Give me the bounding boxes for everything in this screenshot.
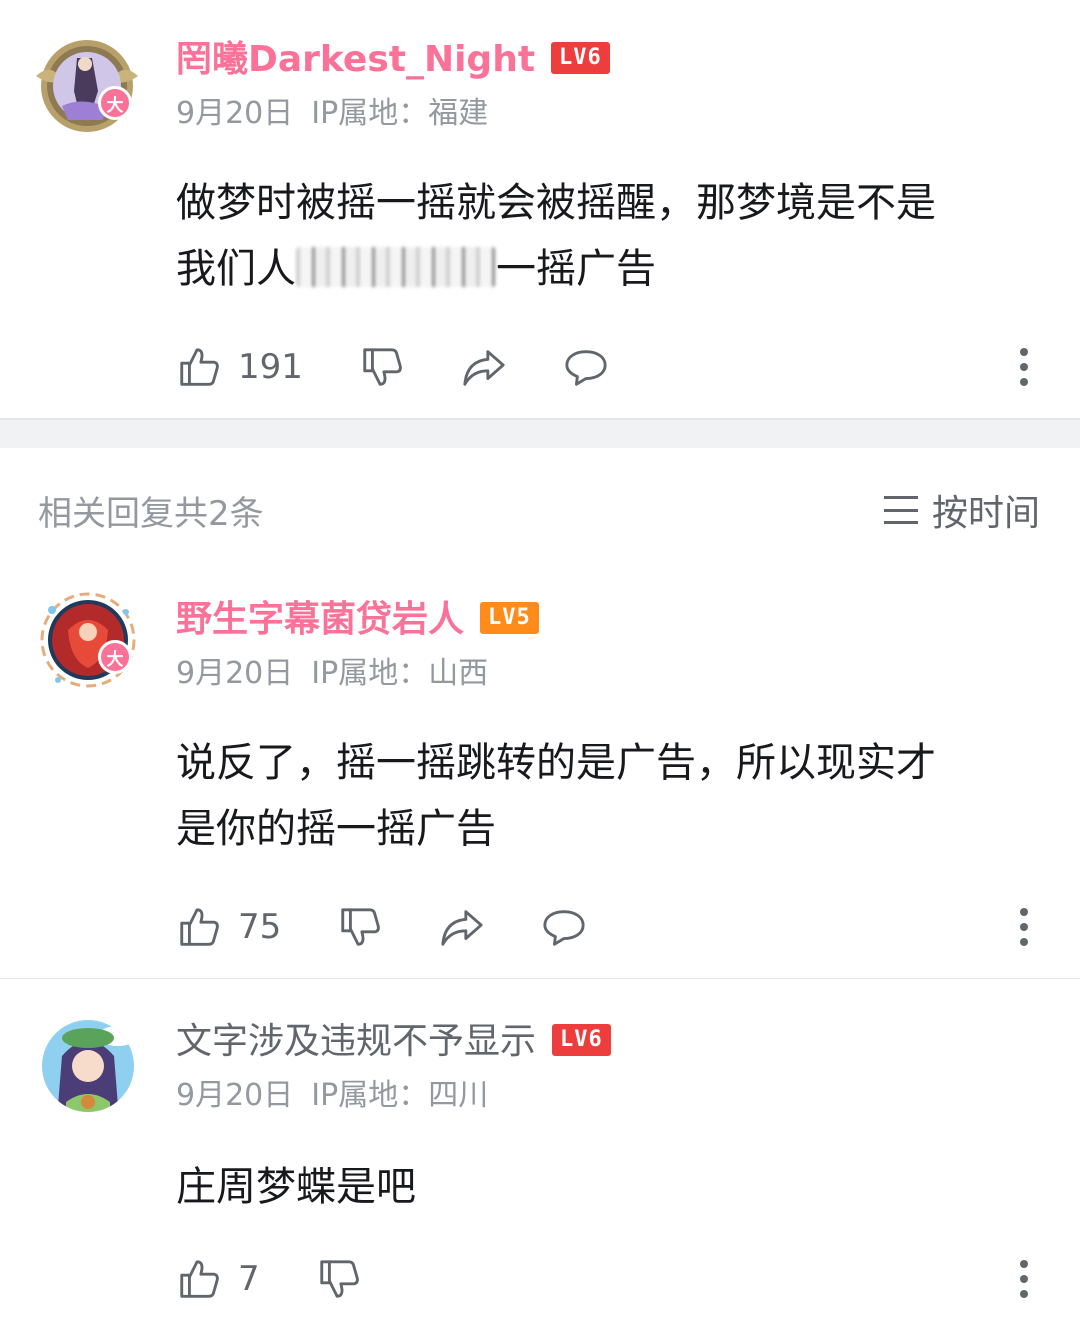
avatar-frame-ring-icon: [40, 592, 136, 688]
more-menu-button[interactable]: [1012, 902, 1036, 952]
reply-ip: IP属地：山西: [311, 656, 489, 691]
reply-meta: 9月20日 IP属地：四川: [176, 1078, 488, 1114]
replies-header: 相关回复共2条 按时间: [0, 448, 1080, 558]
reply-username[interactable]: 文字涉及违规不予显示 LV6: [176, 1020, 611, 1064]
more-icon: [1020, 1260, 1028, 1268]
reply-date: 9月20日: [176, 656, 294, 691]
sort-button[interactable]: 按时间: [883, 484, 1040, 536]
like-count: 7: [238, 1259, 260, 1299]
blurred-region: [296, 247, 496, 287]
divider: [0, 978, 1080, 979]
sort-label: 按时间: [931, 493, 1040, 534]
avatar[interactable]: [38, 1016, 138, 1116]
sort-icon: [883, 496, 918, 524]
dislike-button[interactable]: [316, 1254, 362, 1304]
avatar[interactable]: 大: [38, 590, 138, 690]
comment-text: 做梦时被摇一摇就会被摇醒，那梦境是不是 我们人 一摇广告: [176, 170, 1046, 302]
more-menu-button[interactable]: [1012, 342, 1036, 392]
more-icon: [1020, 348, 1028, 356]
comment-meta: 9月20日 IP属地：福建: [176, 96, 488, 132]
share-icon: [441, 910, 483, 946]
reply-icon: [565, 350, 607, 386]
avatar-image-icon: [42, 1020, 134, 1112]
reply-item: 大 野生字幕菌贷岩人 LV5 9月20日 IP属地：山西 说反了，摇一摇跳转的是广告…: [0, 580, 1080, 980]
action-bar: 7: [176, 1254, 362, 1304]
like-icon: [180, 348, 219, 386]
reply-username[interactable]: 野生字幕菌贷岩人 LV5: [176, 598, 539, 642]
replies-count-title: 相关回复共2条: [38, 494, 264, 534]
reply-button[interactable]: [563, 342, 609, 392]
reply-meta: 9月20日 IP属地：山西: [176, 656, 488, 692]
share-button[interactable]: [439, 902, 485, 952]
like-count: 191: [238, 347, 303, 387]
avatar-frame-gear-icon: [36, 40, 138, 132]
reply-text-line: 庄周梦蝶是吧: [176, 1164, 416, 1210]
reply-icon: [543, 910, 585, 946]
comment-date: 9月20日: [176, 96, 294, 131]
avatar[interactable]: 大: [36, 36, 138, 136]
vip-badge: 大: [98, 640, 132, 674]
like-icon: [180, 1260, 219, 1298]
reply-date: 9月20日: [176, 1078, 294, 1113]
like-button[interactable]: 191: [176, 342, 359, 392]
more-icon: [1020, 908, 1028, 916]
like-count: 75: [238, 907, 282, 947]
reply-item: 文字涉及违规不予显示 LV6 9月20日 IP属地：四川 庄周梦蝶是吧 7: [0, 1000, 1080, 1326]
section-gap: [0, 420, 1080, 448]
like-button[interactable]: 7: [176, 1254, 316, 1304]
reply-text: 庄周梦蝶是吧: [176, 1154, 1046, 1220]
dislike-button[interactable]: [337, 902, 383, 952]
dislike-icon: [319, 1260, 359, 1298]
like-icon: [180, 908, 219, 946]
reply-button[interactable]: [541, 902, 587, 952]
level-badge: LV5: [480, 602, 539, 634]
level-badge: LV6: [551, 42, 610, 74]
action-bar: 75: [176, 902, 587, 952]
dislike-icon: [341, 908, 381, 946]
level-badge: LV6: [552, 1024, 611, 1056]
comment-ip: IP属地：福建: [311, 96, 489, 131]
dislike-button[interactable]: [359, 342, 405, 392]
action-bar: 191: [176, 342, 609, 392]
reply-text: 说反了，摇一摇跳转的是广告，所以现实才 是你的摇一摇广告: [176, 730, 1046, 862]
reply-text-line: 是你的摇一摇广告: [176, 806, 496, 852]
main-comment: 大 罔曦Darkest_Night LV6 9月20日 IP属地：福建 做梦时被摇一…: [0, 0, 1080, 420]
comment-text-line: 做梦时被摇一摇就会被摇醒，那梦境是不是: [176, 180, 936, 226]
reply-ip: IP属地：四川: [311, 1078, 489, 1113]
comment-text-line: 我们人 一摇广告: [176, 246, 656, 292]
reply-text-line: 说反了，摇一摇跳转的是广告，所以现实才: [176, 740, 936, 786]
like-button[interactable]: 75: [176, 902, 337, 952]
share-icon: [463, 350, 505, 386]
vip-badge: 大: [98, 86, 132, 120]
dislike-icon: [363, 348, 402, 386]
comment-username[interactable]: 罔曦Darkest_Night LV6: [176, 38, 610, 82]
share-button[interactable]: [461, 342, 507, 392]
more-menu-button[interactable]: [1012, 1254, 1036, 1304]
